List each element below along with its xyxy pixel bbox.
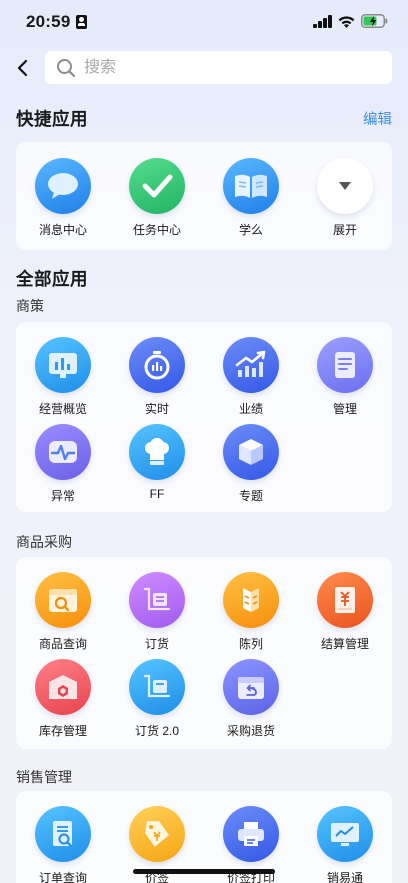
app-label: 异常	[50, 489, 75, 503]
quick-apps-title: 快捷应用	[16, 109, 88, 129]
top-bar	[0, 50, 408, 86]
search-icon	[57, 59, 76, 78]
id-card-icon	[76, 15, 87, 29]
app-xuemo[interactable]: 学么	[204, 158, 298, 238]
box-search-icon	[35, 572, 91, 628]
app-label: 管理	[332, 402, 357, 416]
group-card-procurement: 商品查询 订货 陈列 结算管理 库存管理 订货 2.0 采购退货	[16, 557, 392, 749]
search-bar[interactable]	[45, 51, 392, 84]
group-label-shangce: 商策	[16, 298, 44, 314]
trend-chart-icon	[223, 337, 279, 393]
app-label: 专题	[238, 489, 263, 503]
app-label: 陈列	[238, 637, 263, 651]
cellular-signal-icon	[313, 15, 333, 28]
cart-order-icon	[129, 659, 185, 715]
app-ff[interactable]: FF	[110, 424, 204, 504]
app-performance[interactable]: 业绩	[204, 337, 298, 417]
chat-bubble-icon	[35, 158, 91, 214]
monitor-chart-icon	[317, 806, 373, 862]
wifi-icon	[338, 16, 355, 28]
app-label: 商品查询	[38, 637, 87, 651]
app-order-query[interactable]: 订单查询	[16, 806, 110, 883]
order-search-icon	[35, 806, 91, 862]
app-expand[interactable]: 展开	[298, 158, 392, 238]
back-icon[interactable]	[10, 54, 36, 82]
app-label: 订货	[144, 637, 169, 651]
app-label: 销易通	[326, 871, 363, 883]
app-topic[interactable]: 专题	[204, 424, 298, 504]
shelf-icon	[223, 572, 279, 628]
app-settlement[interactable]: 结算管理	[298, 572, 392, 652]
app-label: 库存管理	[38, 724, 87, 738]
chef-hat-icon	[129, 424, 185, 480]
group-card-shangce: 经营概览 实时 业绩 管理 异常 FF 专题	[16, 322, 392, 512]
stopwatch-icon	[129, 337, 185, 393]
price-tag-icon	[129, 806, 185, 862]
bar-chart-board-icon	[35, 337, 91, 393]
document-icon	[317, 337, 373, 393]
expand-triangle-icon	[317, 158, 373, 214]
status-bar: 20:59	[0, 0, 408, 44]
quick-apps-card: 消息中心 任务中心 学么 展开	[16, 142, 392, 250]
app-label: 订单查询	[38, 871, 87, 883]
battery-icon	[361, 14, 388, 28]
cart-order-icon	[129, 572, 185, 628]
app-xiaoyitong[interactable]: 销易通	[298, 806, 392, 883]
app-label: 经营概览	[38, 402, 87, 416]
app-management[interactable]: 管理	[298, 337, 392, 417]
home-indicator	[133, 869, 275, 874]
all-apps-title: 全部应用	[16, 269, 88, 289]
app-label: 学么	[238, 223, 263, 237]
app-label: 展开	[332, 223, 357, 237]
app-label: 任务中心	[132, 223, 181, 237]
app-realtime[interactable]: 实时	[110, 337, 204, 417]
app-message-center[interactable]: 消息中心	[16, 158, 110, 238]
app-label: 业绩	[238, 402, 263, 416]
warehouse-icon	[35, 659, 91, 715]
edit-button[interactable]: 编辑	[363, 108, 392, 129]
heartbeat-icon	[35, 424, 91, 480]
group-label-procurement: 商品采购	[16, 534, 72, 550]
app-order-goods-2[interactable]: 订货 2.0	[110, 659, 204, 739]
status-time: 20:59	[26, 12, 71, 31]
app-business-overview[interactable]: 经营概览	[16, 337, 110, 417]
printer-icon	[223, 806, 279, 862]
search-input[interactable]	[84, 51, 374, 84]
app-task-center[interactable]: 任务中心	[110, 158, 204, 238]
app-label: 订货 2.0	[134, 724, 180, 738]
app-label: 结算管理	[320, 637, 369, 651]
return-box-icon	[223, 659, 279, 715]
app-inventory[interactable]: 库存管理	[16, 659, 110, 739]
app-label: 消息中心	[38, 223, 87, 237]
app-label: FF	[149, 487, 165, 501]
checkmark-icon	[129, 158, 185, 214]
settlement-icon	[317, 572, 373, 628]
app-product-query[interactable]: 商品查询	[16, 572, 110, 652]
cube-icon	[223, 424, 279, 480]
app-label: 实时	[144, 402, 169, 416]
open-book-icon	[223, 158, 279, 214]
app-exception[interactable]: 异常	[16, 424, 110, 504]
app-display[interactable]: 陈列	[204, 572, 298, 652]
app-purchase-return[interactable]: 采购退货	[204, 659, 298, 739]
app-order-goods[interactable]: 订货	[110, 572, 204, 652]
group-label-sales: 销售管理	[16, 769, 72, 785]
app-label: 采购退货	[226, 724, 275, 738]
